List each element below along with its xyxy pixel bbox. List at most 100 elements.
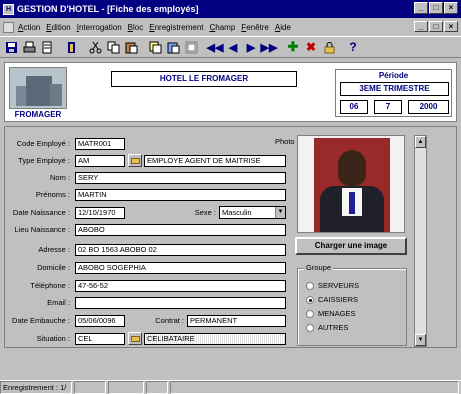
type-label: Type Employé : — [18, 156, 70, 165]
code-field[interactable]: MATR001 — [75, 138, 125, 150]
child-minimize-button[interactable]: _ — [414, 21, 428, 32]
status-cell — [73, 381, 106, 394]
date-embauche-field[interactable]: 05/06/0096 — [75, 315, 125, 327]
period-box: Période 3EME TRIMESTRE 06 7 2000 — [335, 69, 452, 117]
menu-enregistrement[interactable]: Enregistrement — [149, 23, 203, 32]
logo-caption: FROMAGER — [14, 110, 62, 119]
document-icon[interactable] — [3, 21, 14, 33]
lieu-naissance-field[interactable]: ABOBO — [75, 224, 286, 236]
situation-lookup-button[interactable] — [128, 332, 142, 345]
scroll-up-icon[interactable]: ▲ — [415, 136, 426, 148]
menu-interrogation[interactable]: Interrogation — [77, 23, 122, 32]
folder-icon — [131, 336, 140, 342]
type-description-field[interactable]: EMPLOYE AGENT DE MAITRISE — [144, 155, 286, 167]
period-day: 06 — [340, 100, 368, 114]
situation-label: Situation : — [36, 334, 70, 343]
paste-icon[interactable] — [123, 39, 139, 55]
menu-aide[interactable]: Aide — [275, 23, 291, 32]
child-close-button[interactable]: × — [444, 21, 458, 32]
insert-record-icon[interactable]: ✚ — [285, 39, 301, 55]
scroll-down-icon[interactable]: ▼ — [415, 334, 426, 346]
sexe-label: Sexe : — [194, 208, 216, 217]
radio-button[interactable] — [306, 323, 314, 332]
first-record-icon[interactable]: ◀◀ — [207, 39, 224, 55]
sexe-select[interactable]: Masculin ▼ — [219, 206, 286, 219]
prenoms-label: Prénoms : — [35, 190, 70, 199]
situation-description-field[interactable]: CELIBATAIRE — [144, 333, 286, 345]
radio-button[interactable] — [306, 281, 314, 290]
code-label: Code Employé : — [16, 139, 70, 148]
close-button[interactable]: × — [444, 2, 458, 14]
radio-autres[interactable]: AUTRES — [306, 323, 348, 332]
lieu-naissance-label: Lieu Naissance : — [14, 225, 70, 234]
child-restore-button[interactable]: □ — [429, 21, 443, 32]
next-record-icon[interactable]: ▶ — [243, 39, 259, 55]
menu-champ[interactable]: Champ — [210, 23, 236, 32]
type-lookup-button[interactable] — [128, 154, 142, 167]
nom-label: Nom : — [49, 173, 70, 182]
radio-serveurs[interactable]: SERVEURS — [306, 281, 359, 290]
duplicate-icon[interactable] — [183, 39, 199, 55]
menu-fenetre[interactable]: Fenêtre — [241, 23, 269, 32]
exit-icon[interactable] — [63, 39, 79, 55]
contrat-field[interactable]: PERMANENT — [187, 315, 286, 327]
adresse-field[interactable]: 02 BO 1563 ABOBO 02 — [75, 244, 286, 256]
window-title: GESTION D'HOTEL - [Fiche des employés] — [17, 4, 199, 14]
radio-label: SERVEURS — [318, 281, 360, 290]
employee-photo — [297, 135, 405, 233]
preview-icon[interactable] — [39, 39, 55, 55]
radio-menages[interactable]: MENAGES — [306, 309, 356, 318]
prenoms-field[interactable]: MARTIN — [75, 189, 286, 201]
child-window-controls: _ □ × — [414, 21, 458, 32]
save-icon[interactable] — [3, 39, 19, 55]
email-label: Email : — [47, 298, 70, 307]
maximize-button[interactable]: □ — [429, 2, 443, 14]
cut-icon[interactable] — [87, 39, 103, 55]
period-trimester: 3EME TRIMESTRE — [340, 82, 449, 96]
paste-record-icon[interactable] — [165, 39, 181, 55]
hotel-name: HOTEL LE FROMAGER — [111, 71, 297, 87]
sexe-value: Masculin — [222, 208, 252, 217]
employee-form: Code Employé : MATR001 Type Employé : AM… — [4, 126, 457, 348]
menu-edition[interactable]: Edition — [46, 23, 70, 32]
record-status: Enregistrement : 1/ — [0, 381, 72, 394]
domicile-field[interactable]: ABOBO SOGEPHIA — [75, 262, 286, 274]
radio-label: MENAGES — [318, 309, 356, 318]
delete-record-icon[interactable]: ✖ — [303, 39, 319, 55]
radio-caissiers[interactable]: CAISSIERS — [306, 295, 358, 304]
menu-action[interactable]: Action — [18, 23, 40, 32]
radio-label: AUTRES — [318, 323, 349, 332]
period-year: 2000 — [408, 100, 449, 114]
radio-button-selected[interactable] — [306, 295, 314, 304]
menu-bloc[interactable]: Bloc — [128, 23, 144, 32]
period-title: Période — [378, 71, 409, 80]
copy-record-icon[interactable] — [147, 39, 163, 55]
title-bar: H GESTION D'HOTEL - [Fiche des employés]… — [0, 0, 461, 18]
status-cell — [169, 381, 459, 394]
period-month: 7 — [374, 100, 402, 114]
help-icon[interactable]: ? — [345, 39, 361, 55]
toolbar: ◀◀ ◀ ▶ ▶▶ ✚ ✖ ? — [0, 36, 461, 58]
last-record-icon[interactable]: ▶▶ — [261, 39, 278, 55]
minimize-button[interactable]: _ — [414, 2, 428, 14]
type-code-field[interactable]: AM — [75, 155, 125, 167]
situation-code-field[interactable]: CEL — [75, 333, 125, 345]
load-image-button[interactable]: Charger une image — [295, 237, 407, 255]
status-cell — [107, 381, 144, 394]
previous-record-icon[interactable]: ◀ — [225, 39, 241, 55]
telephone-field[interactable]: 47-56-52 — [75, 280, 286, 292]
date-naissance-field[interactable]: 12/10/1970 — [75, 207, 125, 219]
lock-icon[interactable] — [321, 39, 337, 55]
copy-icon[interactable] — [105, 39, 121, 55]
nom-field[interactable]: SERY — [75, 172, 286, 184]
email-field[interactable] — [75, 297, 286, 309]
vertical-scrollbar[interactable]: ▲ ▼ — [414, 135, 427, 347]
app-icon: H — [3, 3, 14, 15]
groupe-box: Groupe SERVEURS CAISSIERS MENAGES AUTRES — [297, 263, 407, 346]
print-icon[interactable] — [21, 39, 37, 55]
status-bar: Enregistrement : 1/ — [0, 380, 461, 394]
radio-button[interactable] — [306, 309, 314, 318]
radio-label: CAISSIERS — [318, 295, 359, 304]
date-embauche-label: Date Embauche : — [12, 316, 70, 325]
chevron-down-icon[interactable]: ▼ — [275, 207, 285, 218]
